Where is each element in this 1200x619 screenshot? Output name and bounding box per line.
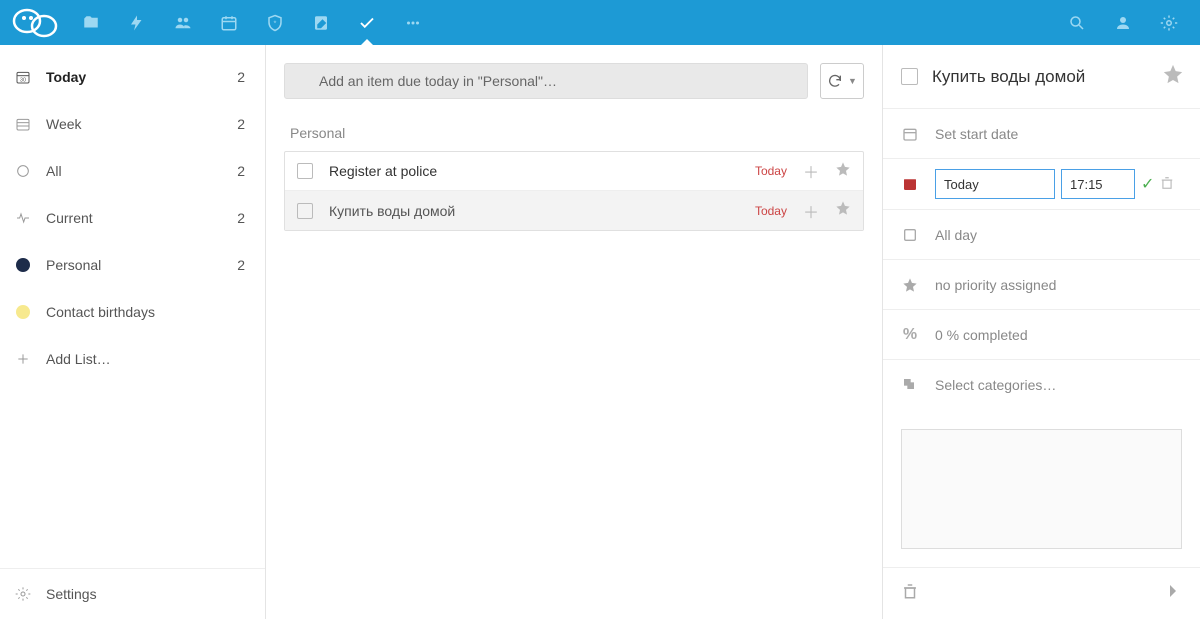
start-date-label: Set start date (935, 126, 1182, 142)
due-date-input[interactable] (935, 169, 1055, 199)
sidebar-item-week[interactable]: Week 2 (0, 100, 265, 147)
sidebar-item-count: 2 (237, 210, 245, 226)
sidebar-item-label: Current (46, 210, 223, 226)
detail-categories-row[interactable]: Select categories… (883, 359, 1200, 409)
add-task-input[interactable] (319, 73, 773, 89)
nav-files-icon[interactable] (68, 0, 114, 45)
sidebar-item-count: 2 (237, 257, 245, 273)
task-star-icon[interactable] (835, 200, 851, 221)
settings-label: Settings (46, 586, 245, 602)
task-details: Купить воды домой Set start date ✓ All d… (882, 45, 1200, 619)
due-time-input[interactable] (1061, 169, 1135, 199)
detail-checkbox[interactable] (901, 68, 918, 85)
sidebar-item-all[interactable]: All 2 (0, 147, 265, 194)
detail-star-icon[interactable] (1162, 63, 1184, 90)
sidebar-item-label: All (46, 163, 223, 179)
sidebar: 30 Today 2 Week 2 All 2 Current 2 Personal 2 Contac… (0, 45, 266, 619)
nav-tasks-icon[interactable] (344, 0, 390, 45)
nav-activity-icon[interactable] (114, 0, 160, 45)
sidebar-item-current[interactable]: Current 2 (0, 194, 265, 241)
sidebar-item-count: 2 (237, 116, 245, 132)
top-toolbar: * (0, 0, 1200, 45)
task-checkbox[interactable] (297, 163, 313, 179)
user-icon[interactable] (1100, 0, 1146, 45)
add-subtask-icon[interactable]: ＋ (803, 159, 819, 183)
nav-more-icon[interactable] (390, 0, 436, 45)
detail-notes-row (883, 409, 1200, 563)
list-color-dot (14, 303, 32, 321)
allday-label: All day (935, 227, 1182, 243)
detail-start-date-row[interactable]: Set start date (883, 108, 1200, 158)
detail-footer (883, 567, 1200, 619)
checkbox-icon (901, 227, 919, 243)
nav-notes-icon[interactable] (298, 0, 344, 45)
nav-calendar-icon[interactable] (206, 0, 252, 45)
sidebar-item-count: 2 (237, 69, 245, 85)
list-color-dot (14, 256, 32, 274)
sidebar-item-personal[interactable]: Personal 2 (0, 241, 265, 288)
sidebar-item-today[interactable]: 30 Today 2 (0, 53, 265, 100)
confirm-check-icon[interactable]: ✓ (1141, 174, 1154, 194)
svg-text:*: * (274, 18, 277, 27)
categories-label: Select categories… (935, 377, 1182, 393)
task-checkbox[interactable] (297, 203, 313, 219)
task-star-icon[interactable] (835, 161, 851, 182)
nav-contacts-icon[interactable] (160, 0, 206, 45)
task-due: Today (755, 204, 787, 218)
categories-icon (901, 377, 919, 393)
sidebar-item-label: Contact birthdays (46, 304, 231, 320)
star-icon (901, 277, 919, 293)
task-content: ▼ Personal Register at policeToday＋Купит… (266, 45, 882, 619)
sync-button[interactable]: ▼ (820, 63, 864, 99)
clear-date-icon[interactable] (1160, 176, 1174, 193)
calendar-icon (901, 126, 919, 142)
task-due: Today (755, 164, 787, 178)
cal-today-icon: 30 (14, 68, 32, 86)
nav-passwords-icon[interactable]: * (252, 0, 298, 45)
app-logo[interactable] (8, 6, 64, 40)
sidebar-settings[interactable]: Settings (0, 569, 265, 619)
add-task-box[interactable] (284, 63, 808, 99)
detail-priority-row[interactable]: no priority assigned (883, 259, 1200, 309)
sidebar-item-birthdays[interactable]: Contact birthdays (0, 288, 265, 335)
settings-gear-icon[interactable] (1146, 0, 1192, 45)
detail-completed-row[interactable]: % 0 % completed (883, 309, 1200, 359)
add-subtask-icon[interactable]: ＋ (803, 199, 819, 223)
section-header: Personal (284, 125, 864, 141)
detail-due-date-row: ✓ (883, 158, 1200, 209)
pulse-icon (14, 209, 32, 227)
sidebar-item-label: Personal (46, 257, 223, 273)
task-row[interactable]: Купить воды домой Today ＋ (285, 191, 863, 230)
completed-label: 0 % completed (935, 327, 1182, 343)
delete-task-icon[interactable] (901, 582, 919, 605)
close-details-icon[interactable] (1164, 582, 1182, 605)
priority-label: no priority assigned (935, 277, 1182, 293)
task-title: Купить воды домой (329, 203, 739, 219)
detail-title[interactable]: Купить воды домой (932, 67, 1148, 87)
task-row[interactable]: Register at police Today ＋ (285, 152, 863, 191)
sidebar-item-label: Week (46, 116, 223, 132)
calendar-due-icon (901, 176, 919, 192)
notes-textarea[interactable] (901, 429, 1182, 549)
task-list: Register at policeToday＋Купить воды домо… (284, 151, 864, 231)
sidebar-item-label: Add List… (46, 351, 231, 367)
circle-icon (14, 162, 32, 180)
chevron-down-icon: ▼ (848, 76, 857, 86)
gear-icon (14, 585, 32, 603)
svg-text:30: 30 (20, 77, 26, 83)
search-icon[interactable] (1054, 0, 1100, 45)
detail-allday-row[interactable]: All day (883, 209, 1200, 259)
sidebar-item-add[interactable]: Add List… (0, 335, 265, 382)
plus-icon (14, 350, 32, 368)
task-title: Register at police (329, 163, 739, 179)
cal-week-icon (14, 115, 32, 133)
sidebar-item-count: 2 (237, 163, 245, 179)
percent-icon: % (901, 326, 919, 344)
sidebar-item-label: Today (46, 69, 223, 85)
